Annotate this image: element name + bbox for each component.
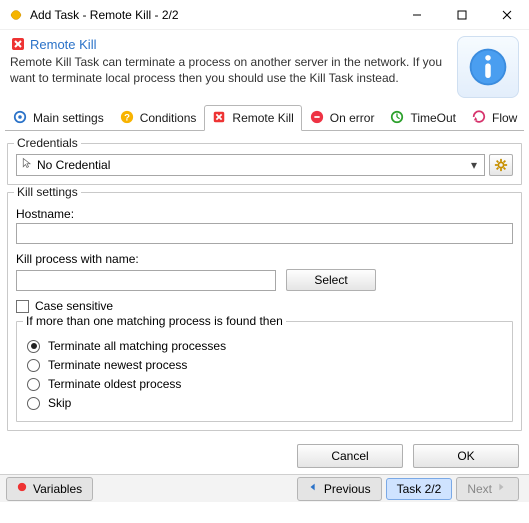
- cursor-icon: [21, 157, 35, 173]
- hostname-label: Hostname:: [16, 207, 513, 221]
- multi-match-legend: If more than one matching process is fou…: [23, 314, 286, 328]
- close-button[interactable]: [484, 0, 529, 30]
- select-button[interactable]: Select: [286, 269, 376, 291]
- kill-settings-group: Kill settings Hostname: Kill process wit…: [7, 192, 522, 431]
- tab-flow[interactable]: Flow: [464, 104, 525, 130]
- tab-main-settings[interactable]: Main settings: [5, 104, 112, 130]
- radio-icon: [27, 359, 40, 372]
- case-sensitive-checkbox[interactable]: Case sensitive: [16, 299, 513, 313]
- arrow-left-icon: [308, 481, 320, 497]
- bottom-tab-task[interactable]: Task 2/2: [386, 478, 453, 500]
- radio-icon: [27, 397, 40, 410]
- settings-icon: [13, 110, 29, 126]
- gear-icon: [494, 158, 508, 172]
- svg-text:?: ?: [124, 112, 130, 123]
- bottom-bar: Variables Previous Task 2/2 Next: [0, 474, 529, 502]
- credentials-legend: Credentials: [14, 136, 81, 150]
- process-name-input[interactable]: [16, 270, 276, 291]
- credential-settings-button[interactable]: [489, 154, 513, 176]
- remote-kill-tab-icon: [212, 110, 228, 126]
- error-icon: [310, 110, 326, 126]
- tab-bar: Main settings ? Conditions Remote Kill O…: [5, 104, 524, 131]
- window-controls: [394, 0, 529, 30]
- credential-value: No Credential: [37, 158, 466, 172]
- radio-icon: [27, 378, 40, 391]
- radio-terminate-newest[interactable]: Terminate newest process: [27, 358, 502, 372]
- flow-icon: [472, 110, 488, 126]
- tab-timeout[interactable]: TimeOut: [382, 104, 464, 130]
- radio-terminate-all[interactable]: Terminate all matching processes: [27, 339, 502, 353]
- tab-remote-kill[interactable]: Remote Kill: [204, 105, 301, 131]
- ok-button[interactable]: OK: [413, 444, 519, 468]
- remote-kill-icon: [10, 36, 26, 52]
- app-icon: [8, 7, 24, 23]
- credential-combo[interactable]: No Credential ▾: [16, 154, 485, 176]
- chevron-down-icon: ▾: [466, 158, 482, 172]
- tab-on-error[interactable]: On error: [302, 104, 383, 130]
- kill-settings-legend: Kill settings: [14, 185, 81, 199]
- window-title: Add Task - Remote Kill - 2/2: [30, 8, 394, 22]
- titlebar: Add Task - Remote Kill - 2/2: [0, 0, 529, 30]
- radio-skip[interactable]: Skip: [27, 396, 502, 410]
- hostname-input[interactable]: [16, 223, 513, 244]
- cancel-button[interactable]: Cancel: [297, 444, 403, 468]
- clock-icon: [390, 110, 406, 126]
- checkbox-icon: [16, 300, 29, 313]
- dialog-header: Remote Kill Remote Kill Task can termina…: [0, 30, 529, 104]
- radio-icon: [27, 340, 40, 353]
- multi-match-group: If more than one matching process is fou…: [16, 321, 513, 422]
- radio-terminate-oldest[interactable]: Terminate oldest process: [27, 377, 502, 391]
- info-badge[interactable]: [457, 36, 519, 98]
- bottom-tab-next[interactable]: Next: [456, 477, 519, 501]
- variables-icon: [17, 481, 29, 497]
- minimize-button[interactable]: [394, 0, 439, 30]
- case-sensitive-label: Case sensitive: [35, 299, 113, 313]
- procname-label: Kill process with name:: [16, 252, 513, 266]
- arrow-right-icon: [496, 481, 508, 497]
- maximize-button[interactable]: [439, 0, 484, 30]
- credentials-group: Credentials No Credential ▾: [7, 143, 522, 185]
- tab-conditions[interactable]: ? Conditions: [112, 104, 205, 130]
- header-description: Remote Kill Task can terminate a process…: [10, 54, 449, 86]
- dialog-footer: Cancel OK: [0, 438, 529, 474]
- bottom-tab-variables[interactable]: Variables: [6, 477, 93, 501]
- header-title-row: Remote Kill: [10, 36, 449, 52]
- header-title: Remote Kill: [30, 37, 96, 52]
- bottom-tab-previous[interactable]: Previous: [297, 477, 382, 501]
- question-icon: ?: [120, 110, 136, 126]
